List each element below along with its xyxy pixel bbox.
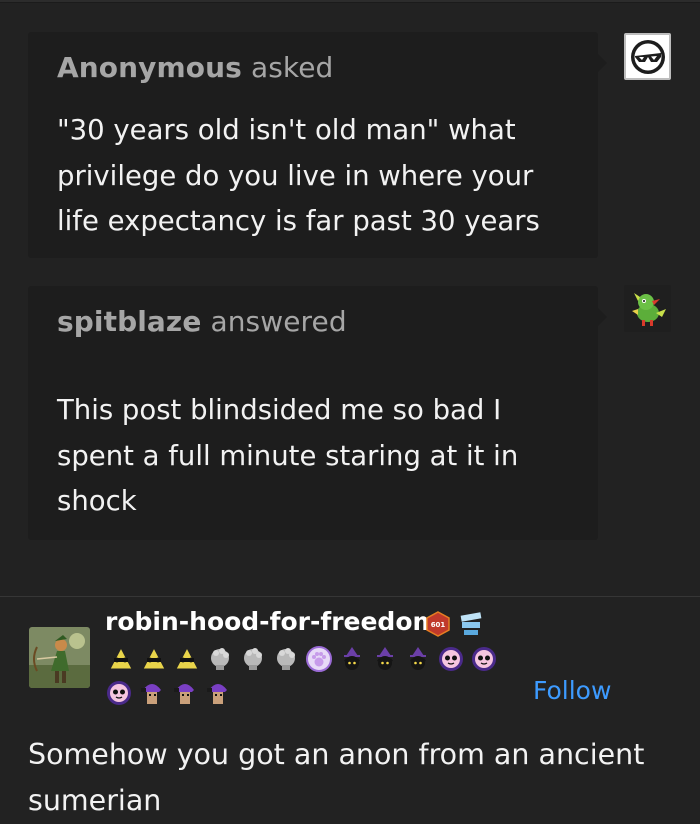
ask-bubble: Anonymous asked "30 years old isn't old … (28, 32, 607, 258)
statue-head-icon (240, 646, 266, 672)
asker-name: Anonymous (57, 51, 242, 84)
answer-text: This post blindsided me so bad I spent a… (57, 394, 519, 517)
answerer-line: spitblaze answered (57, 305, 347, 338)
answer-bubble: spitblaze answered This post blindsided … (28, 286, 607, 540)
pink-ghost-icon (438, 646, 464, 672)
badges-row-2 (106, 680, 231, 706)
statue-head-icon (273, 646, 299, 672)
statue-head-icon (207, 646, 233, 672)
spitblaze-avatar-icon[interactable] (624, 285, 671, 332)
reblogger-username[interactable]: robin-hood-for-freedom (105, 607, 439, 636)
pink-ghost-icon (471, 646, 497, 672)
reblog-comment: Somehow you got an anon from an ancient … (28, 738, 645, 817)
username-badges: 601 (425, 611, 484, 637)
paw-icon (306, 646, 332, 672)
purple-hair-icon (205, 680, 231, 706)
asker-line: Anonymous asked (57, 51, 333, 84)
anonymous-avatar-icon (624, 33, 671, 80)
post-divider (0, 596, 700, 597)
pink-ghost-icon (106, 680, 132, 706)
svg-text:601: 601 (431, 621, 446, 629)
top-separator (0, 0, 700, 3)
triangle-glasses-icon (108, 646, 134, 672)
purple-hair-icon (139, 680, 165, 706)
follow-button[interactable]: Follow (533, 676, 611, 705)
answerer-verb: answered (210, 305, 347, 338)
triangle-glasses-icon (174, 646, 200, 672)
badges-row-1 (108, 646, 497, 672)
level-badge-icon: 601 (425, 611, 451, 637)
answerer-name[interactable]: spitblaze (57, 305, 201, 338)
purple-hair-icon (172, 680, 198, 706)
witch-cat-icon (405, 646, 431, 672)
asker-verb: asked (250, 51, 334, 84)
triangle-glasses-icon (141, 646, 167, 672)
robin-hood-avatar[interactable] (29, 627, 90, 688)
witch-cat-icon (339, 646, 365, 672)
film-reel-badge-icon (458, 611, 484, 637)
question-text: "30 years old isn't old man" what privil… (57, 114, 540, 237)
witch-cat-icon (372, 646, 398, 672)
